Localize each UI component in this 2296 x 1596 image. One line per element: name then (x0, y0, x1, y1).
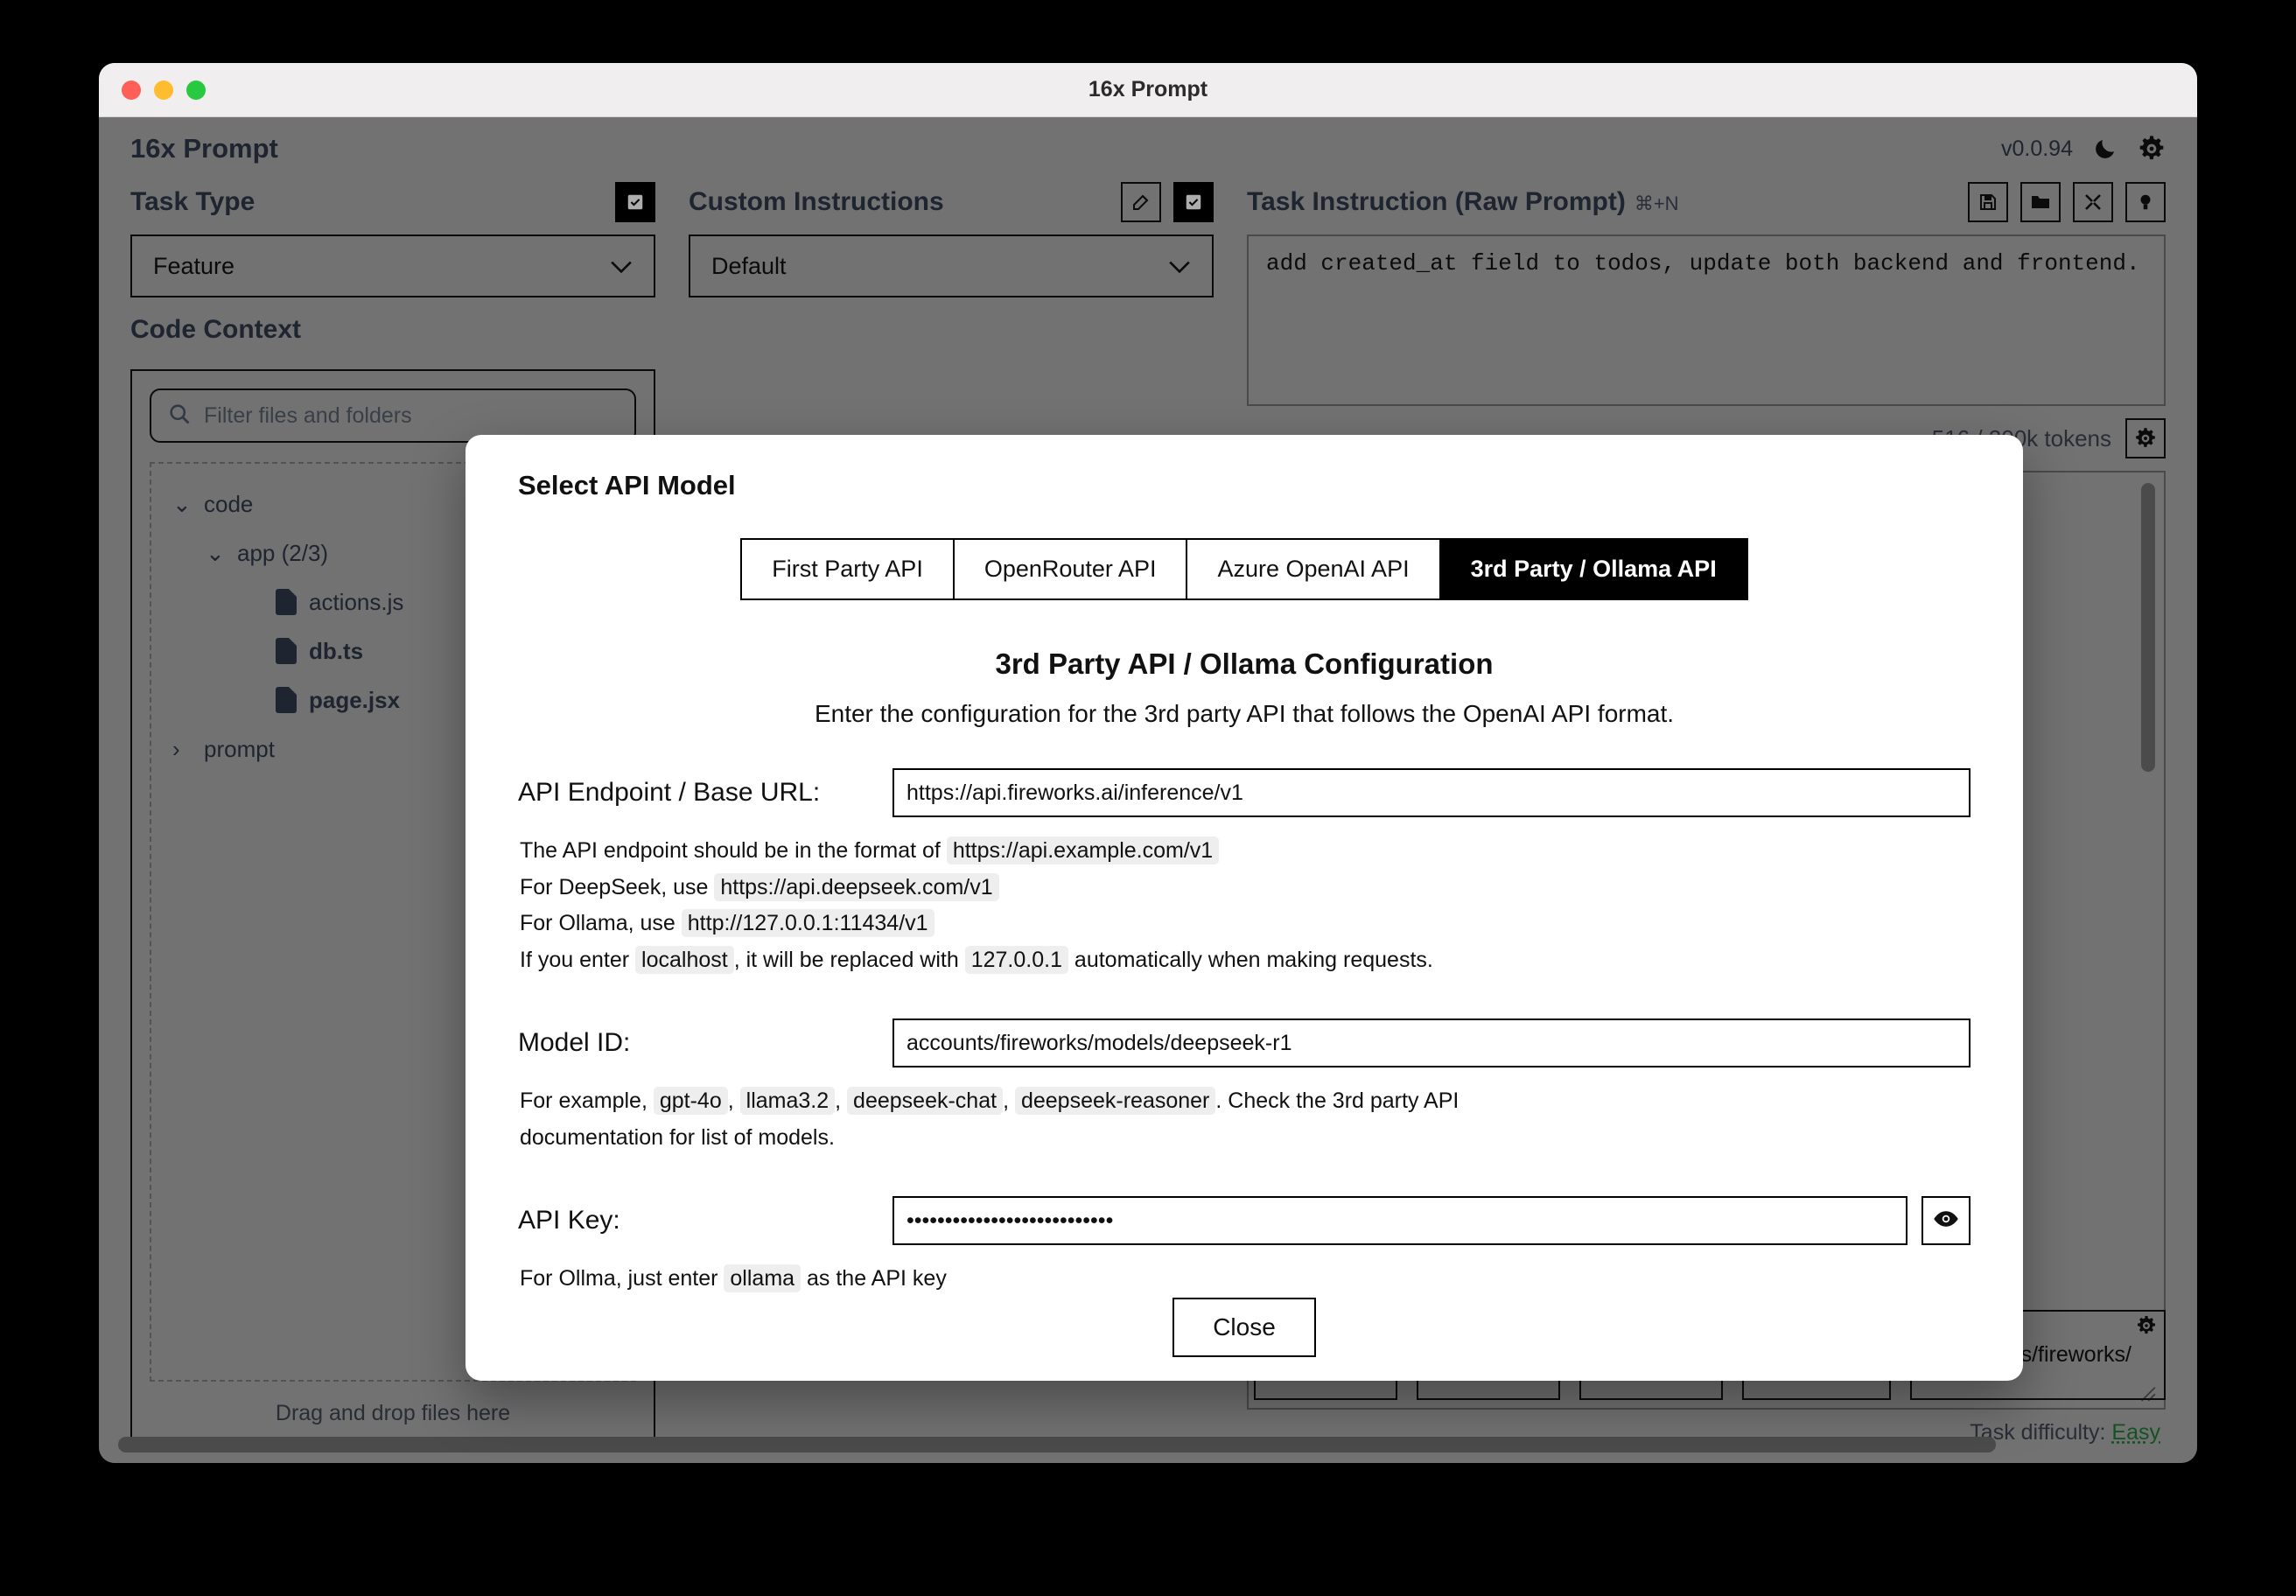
modal-footer: Close (518, 1297, 1970, 1362)
endpoint-field-row: API Endpoint / Base URL: (518, 768, 1970, 817)
tab-3rd-party-ollama-api[interactable]: 3rd Party / Ollama API (1440, 540, 1746, 598)
select-api-model-modal: Select API Model First Party API OpenRout… (466, 435, 2023, 1381)
endpoint-label: API Endpoint / Base URL: (518, 778, 821, 807)
hint-text: For Ollma, just enter (520, 1266, 724, 1291)
eye-icon (1933, 1209, 1959, 1233)
hint-text: , (1003, 1088, 1015, 1113)
model-id-input[interactable] (892, 1018, 1970, 1068)
hint-line: documentation for list of models. (520, 1120, 1970, 1157)
modal-heading: 3rd Party API / Ollama Configuration (995, 648, 1494, 680)
inline-code: deepseek-chat (847, 1087, 1004, 1115)
model-id-field-row: Model ID: (518, 1018, 1970, 1068)
api-tabs: First Party API OpenRouter API Azure OpenA… (518, 538, 1970, 600)
modal-title: Select API Model (518, 470, 736, 500)
tab-openrouter-api[interactable]: OpenRouter API (954, 540, 1188, 598)
hint-text: For example, (520, 1088, 654, 1113)
app-window: 16x Prompt 16x Prompt v0.0.94 Task Type (99, 63, 2197, 1463)
api-key-input[interactable] (892, 1196, 1908, 1245)
inline-code: gpt-4o (653, 1087, 728, 1115)
endpoint-hint: The API endpoint should be in the format… (518, 833, 1970, 978)
hint-line: For Ollma, just enter ollama as the API … (520, 1261, 1970, 1298)
api-key-field-row: API Key: (518, 1196, 1970, 1245)
modal-subheading: Enter the configuration for the 3rd part… (814, 700, 1675, 727)
hint-text: documentation for list of models. (520, 1124, 835, 1150)
window-title: 16x Prompt (1088, 77, 1208, 102)
endpoint-input[interactable] (892, 768, 1970, 817)
inline-code: deepseek-reasoner (1014, 1087, 1216, 1115)
hint-text: , it will be replaced with (733, 947, 965, 972)
model-id-hint: For example, gpt-4o, llama3.2, deepseek-… (518, 1083, 1970, 1156)
hint-text: , (727, 1088, 740, 1113)
api-tabset: First Party API OpenRouter API Azure OpenA… (740, 538, 1748, 600)
model-id-label: Model ID: (518, 1028, 631, 1057)
close-button[interactable]: Close (1172, 1297, 1316, 1357)
inline-code: https://api.deepseek.com/v1 (714, 872, 999, 901)
hint-line: For DeepSeek, use https://api.deepseek.c… (520, 870, 1970, 906)
hint-line: For example, gpt-4o, llama3.2, deepseek-… (520, 1083, 1970, 1120)
hint-line: The API endpoint should be in the format… (520, 833, 1970, 870)
api-key-label: API Key: (518, 1206, 620, 1235)
tab-azure-openai-api[interactable]: Azure OpenAI API (1187, 540, 1441, 598)
tab-first-party-api[interactable]: First Party API (742, 540, 955, 598)
hint-line: If you enter localhost, it will be repla… (520, 942, 1970, 979)
inline-code: https://api.example.com/v1 (946, 836, 1220, 864)
api-key-hint: For Ollma, just enter ollama as the API … (518, 1261, 1970, 1298)
inline-code: ollama (724, 1264, 802, 1292)
inline-code: localhost (635, 945, 734, 974)
hint-text: . Check the 3rd party API (1215, 1088, 1460, 1113)
hint-line: For Ollama, use http://127.0.0.1:11434/v… (520, 906, 1970, 942)
hint-text: automatically when making requests. (1068, 947, 1433, 972)
hint-text: For Ollama, use (520, 911, 682, 935)
hint-text: as the API key (801, 1266, 947, 1291)
hint-text: The API endpoint should be in the format… (520, 838, 947, 863)
inline-code: http://127.0.0.1:11434/v1 (681, 909, 934, 937)
app-body: 16x Prompt v0.0.94 Task Type Feature Cod… (99, 117, 2197, 1463)
window-titlebar: 16x Prompt (99, 63, 2197, 117)
hint-text: If you enter (520, 947, 636, 972)
inline-code: 127.0.0.1 (964, 945, 1068, 974)
hint-text: , (835, 1088, 848, 1113)
inline-code: llama3.2 (739, 1087, 836, 1115)
hint-text: For DeepSeek, use (520, 874, 715, 900)
toggle-api-key-visibility-button[interactable] (1922, 1196, 1970, 1245)
